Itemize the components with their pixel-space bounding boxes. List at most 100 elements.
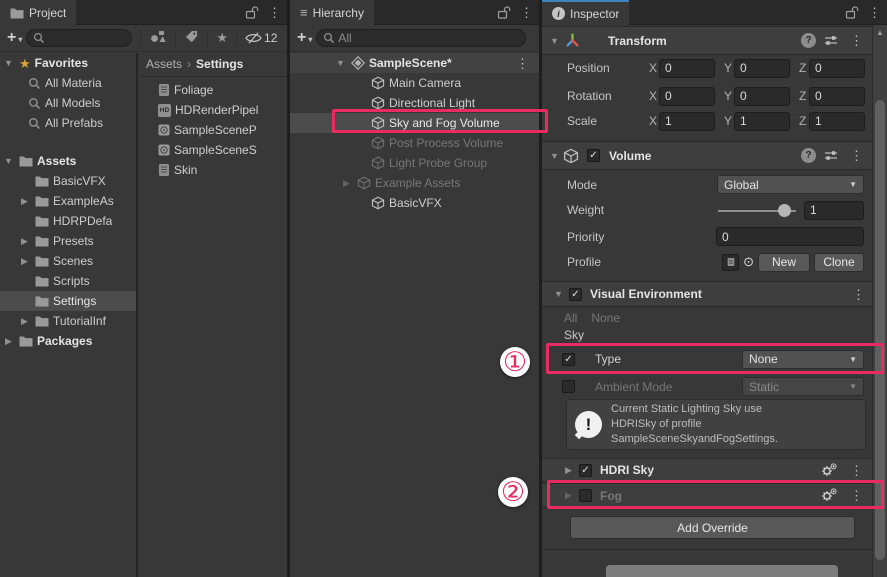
- filter-all-link[interactable]: All: [564, 311, 577, 325]
- hierarchy-item-light-probe-group[interactable]: Light Probe Group: [290, 153, 539, 173]
- new-profile-button[interactable]: New: [758, 252, 810, 272]
- hierarchy-item-basicvfx[interactable]: BasicVFX: [290, 193, 539, 213]
- search-input[interactable]: [338, 31, 520, 45]
- position-y-field[interactable]: 0: [734, 58, 790, 78]
- override-menu-icon[interactable]: ⋮: [850, 489, 863, 502]
- more-menu-icon[interactable]: ⋮: [520, 6, 533, 19]
- chevron-right-icon[interactable]: ▶: [562, 490, 575, 501]
- slider-handle[interactable]: [778, 203, 791, 217]
- override-enabled-checkbox[interactable]: ✓: [569, 287, 582, 301]
- chevron-down-icon[interactable]: ▼: [2, 156, 15, 166]
- presets-icon[interactable]: [824, 34, 838, 47]
- hierarchy-item-example-assets[interactable]: ▶ Example Assets: [290, 173, 539, 193]
- tree-item-packages[interactable]: ▶ Packages: [0, 331, 136, 351]
- volume-component-header[interactable]: ▼ ✓ Volume ? ⋮: [542, 141, 872, 170]
- presets-icon[interactable]: [824, 149, 838, 162]
- tree-item-all-materials[interactable]: All Materia: [0, 73, 136, 93]
- priority-field[interactable]: 0: [716, 227, 864, 246]
- clone-profile-button[interactable]: Clone: [814, 252, 864, 272]
- chevron-right-icon[interactable]: ▶: [2, 336, 15, 347]
- filter-by-label-button[interactable]: [175, 30, 207, 46]
- chevron-down-icon[interactable]: ▼: [548, 36, 561, 46]
- chevron-down-icon[interactable]: ▼: [334, 58, 347, 68]
- more-menu-icon[interactable]: ⋮: [868, 6, 881, 19]
- hierarchy-search[interactable]: [316, 29, 527, 47]
- tree-item-basicvfx[interactable]: BasicVFX: [0, 171, 136, 191]
- tree-item-all-prefabs[interactable]: All Prefabs: [0, 113, 136, 133]
- partial-bottom-button[interactable]: [606, 565, 838, 577]
- breadcrumb-current[interactable]: Settings: [196, 57, 243, 71]
- object-picker-icon[interactable]: ⊙: [743, 254, 754, 270]
- file-item-foliage[interactable]: Foliage: [140, 80, 287, 100]
- tree-item-favorites[interactable]: ▼ ★ Favorites: [0, 53, 136, 73]
- profile-object-field[interactable]: [722, 253, 740, 271]
- transform-component-header[interactable]: ▼ Transform ? ⋮: [542, 26, 872, 55]
- breadcrumb-root[interactable]: Assets: [146, 57, 182, 71]
- chevron-right-icon[interactable]: ▶: [18, 196, 31, 207]
- project-search[interactable]: [26, 29, 133, 47]
- file-item-samplescene-p[interactable]: SampleSceneP: [140, 120, 287, 140]
- favorites-filter-button[interactable]: ★: [207, 30, 236, 46]
- create-object-button[interactable]: + ▾: [290, 29, 316, 47]
- scale-y-field[interactable]: 1: [734, 111, 790, 131]
- chevron-down-icon[interactable]: ▼: [548, 151, 561, 161]
- sky-type-dropdown[interactable]: None ▼: [742, 349, 864, 369]
- override-enabled-checkbox[interactable]: [579, 489, 592, 502]
- tab-inspector[interactable]: i Inspector: [542, 0, 630, 25]
- override-menu-icon[interactable]: ⋮: [850, 464, 863, 477]
- inspector-scrollbar[interactable]: ▲: [872, 25, 887, 577]
- scene-header-samplescene[interactable]: ▼ SampleScene* ⋮: [290, 53, 539, 73]
- chevron-right-icon[interactable]: ▶: [18, 256, 31, 267]
- filter-none-link[interactable]: None: [591, 311, 620, 325]
- search-input[interactable]: [48, 31, 126, 45]
- tree-item-tutorialinfo[interactable]: ▶ TutorialInf: [0, 311, 136, 331]
- more-menu-icon[interactable]: ⋮: [268, 6, 281, 19]
- file-item-hdrenderpipeline[interactable]: HD HDRenderPipel: [140, 100, 287, 120]
- hierarchy-item-post-process-volume[interactable]: Post Process Volume: [290, 133, 539, 153]
- scene-more-menu-icon[interactable]: ⋮: [516, 57, 529, 70]
- gear-plus-icon[interactable]: [820, 462, 837, 478]
- hidden-count-button[interactable]: 12: [236, 31, 281, 45]
- ambient-mode-dropdown[interactable]: Static ▼: [742, 377, 864, 396]
- tab-project[interactable]: Project: [0, 0, 77, 25]
- chevron-right-icon[interactable]: ▶: [340, 178, 353, 189]
- filter-by-type-button[interactable]: [140, 30, 175, 46]
- tree-item-all-models[interactable]: All Models: [0, 93, 136, 113]
- scale-z-field[interactable]: 1: [809, 111, 865, 131]
- hierarchy-item-main-camera[interactable]: Main Camera: [290, 73, 539, 93]
- chevron-right-icon[interactable]: ▶: [18, 316, 31, 327]
- rotation-x-field[interactable]: 0: [659, 86, 715, 106]
- fog-override-header[interactable]: ▶ Fog ⋮: [542, 483, 872, 508]
- gear-plus-icon[interactable]: [820, 488, 837, 503]
- ambient-override-checkbox[interactable]: [562, 380, 575, 393]
- hdri-sky-override-header[interactable]: ▶ ✓ HDRI Sky ⋮: [542, 458, 872, 482]
- scrollbar-thumb[interactable]: [875, 100, 885, 560]
- position-x-field[interactable]: 0: [659, 58, 715, 78]
- rotation-y-field[interactable]: 0: [734, 86, 790, 106]
- mode-dropdown[interactable]: Global ▼: [717, 175, 864, 194]
- add-asset-button[interactable]: + ▾: [0, 29, 26, 47]
- lock-open-icon[interactable]: [245, 6, 259, 19]
- lock-open-icon[interactable]: [845, 6, 859, 19]
- chevron-down-icon[interactable]: ▼: [2, 58, 15, 68]
- position-z-field[interactable]: 0: [809, 58, 865, 78]
- component-menu-icon[interactable]: ⋮: [850, 34, 863, 47]
- help-icon[interactable]: ?: [801, 148, 816, 163]
- tree-item-assets[interactable]: ▼ Assets: [0, 151, 136, 171]
- chevron-right-icon[interactable]: ▶: [562, 465, 575, 476]
- tree-item-exampleassets[interactable]: ▶ ExampleAs: [0, 191, 136, 211]
- tree-item-scenes[interactable]: ▶ Scenes: [0, 251, 136, 271]
- hierarchy-item-sky-and-fog-volume[interactable]: Sky and Fog Volume: [290, 113, 539, 133]
- tree-item-settings[interactable]: Settings: [0, 291, 136, 311]
- chevron-right-icon[interactable]: ▶: [18, 236, 31, 247]
- component-menu-icon[interactable]: ⋮: [850, 149, 863, 162]
- visual-environment-header[interactable]: ▼ ✓ Visual Environment ⋮: [542, 281, 872, 307]
- hierarchy-item-directional-light[interactable]: Directional Light: [290, 93, 539, 113]
- file-item-samplescene-s[interactable]: SampleSceneS: [140, 140, 287, 160]
- file-item-skin[interactable]: Skin: [140, 160, 287, 180]
- tree-item-hdrpdefault[interactable]: HDRPDefa: [0, 211, 136, 231]
- type-override-checkbox[interactable]: ✓: [562, 352, 575, 366]
- rotation-z-field[interactable]: 0: [809, 86, 865, 106]
- weight-field[interactable]: 1: [804, 200, 864, 220]
- component-enabled-checkbox[interactable]: ✓: [587, 149, 600, 162]
